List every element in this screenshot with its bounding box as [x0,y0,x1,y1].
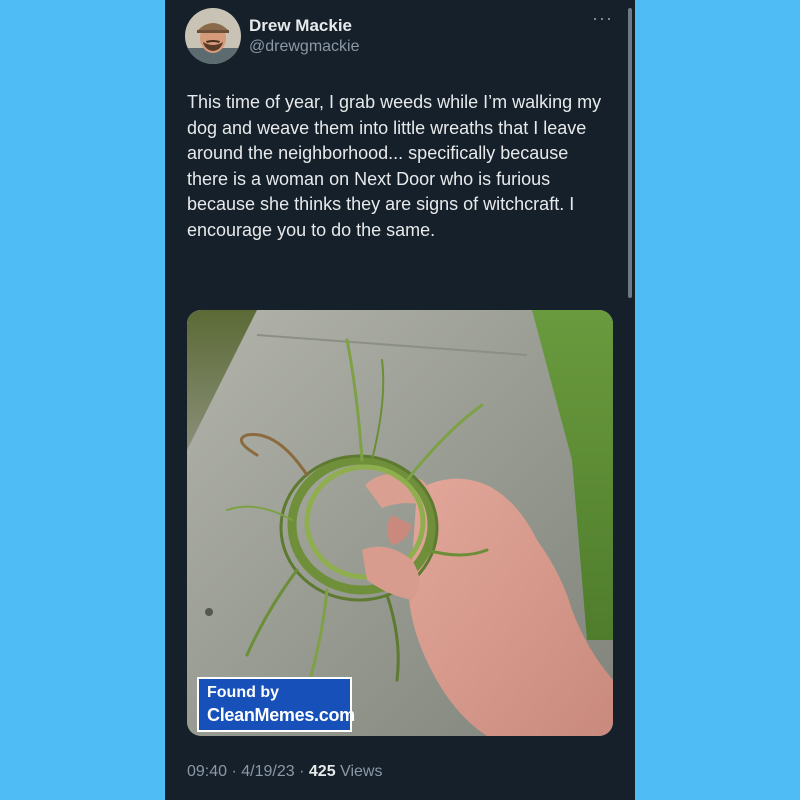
separator: · [231,763,237,780]
tweet-photo[interactable]: Found by CleanMemes.com [187,310,613,736]
weed-wreath-photo [187,310,613,736]
avatar[interactable] [185,8,241,64]
watermark-line-2: CleanMemes.com [207,705,355,725]
user-meta: Drew Mackie @drewgmackie [249,15,360,56]
tweet-text: This time of year, I grab weeds while I’… [187,92,602,240]
watermark: Found by CleanMemes.com [197,677,355,732]
tweet-date[interactable]: 4/19/23 [241,763,294,780]
more-horizontal-icon[interactable]: ··· [592,9,613,27]
watermark-line-1: Found by [207,684,279,701]
tweet-card: Drew Mackie @drewgmackie ··· This time o… [165,0,635,800]
tweet-footer: 09:40 · 4/19/23 · 425 Views [187,763,382,781]
user-handle[interactable]: @drewgmackie [249,37,360,57]
views-label: Views [340,763,383,780]
display-name[interactable]: Drew Mackie [249,15,360,36]
tweet-header: Drew Mackie @drewgmackie ··· [185,6,625,66]
tweet-time[interactable]: 09:40 [187,763,227,780]
views-count: 425 [308,763,336,780]
scrollbar[interactable] [628,8,632,298]
separator: · [299,763,305,780]
